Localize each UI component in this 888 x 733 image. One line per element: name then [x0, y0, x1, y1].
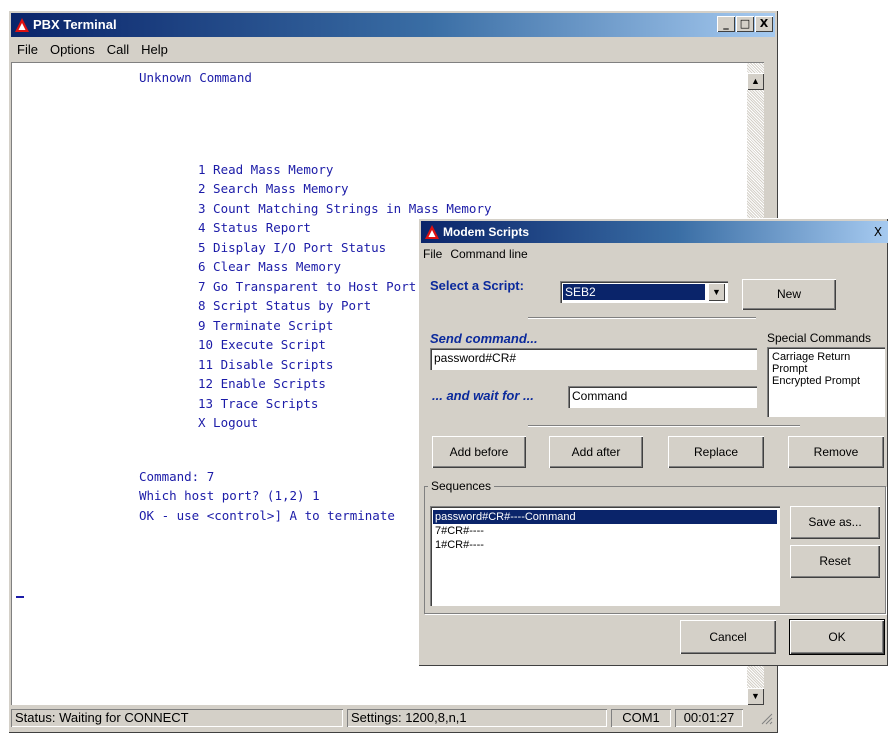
special-commands-label: Special Commands	[767, 331, 872, 345]
status-text: Status: Waiting for CONNECT	[11, 709, 343, 727]
terminal-line: Unknown Command	[139, 70, 252, 85]
terminal-line: 5 Display I/O Port Status	[198, 240, 387, 255]
reset-button[interactable]: Reset	[790, 545, 880, 578]
list-item[interactable]: 7#CR#----	[433, 524, 777, 538]
app-logo-icon	[15, 18, 29, 32]
terminal-line: 13 Trace Scripts	[198, 396, 319, 411]
chevron-down-icon[interactable]: ▼	[708, 283, 725, 301]
terminal-line: 6 Clear Mass Memory	[198, 259, 341, 274]
wait-for-label: ... and wait for ...	[432, 388, 534, 403]
menu-options[interactable]: Options	[44, 40, 101, 57]
wait-for-input[interactable]: Command	[568, 386, 757, 408]
terminal-line: 3 Count Matching Strings in Mass Memory	[198, 201, 492, 216]
list-item[interactable]: 1#CR#----	[433, 538, 777, 552]
terminal-line: 12 Enable Scripts	[198, 376, 326, 391]
sequences-list[interactable]: password#CR#----Command 7#CR#---- 1#CR#-…	[430, 506, 780, 606]
window-title: PBX Terminal	[33, 17, 117, 32]
terminal-line: 10 Execute Script	[198, 337, 326, 352]
app-logo-icon	[425, 225, 439, 239]
settings-text: Settings: 1200,8,n,1	[347, 709, 607, 727]
menu-bar: File Options Call Help	[11, 40, 775, 60]
terminal-cursor	[16, 596, 24, 598]
resize-grip-icon[interactable]	[759, 711, 773, 725]
port-text: COM1	[611, 709, 671, 727]
terminal-line: 4 Status Report	[198, 220, 311, 235]
dialog-menu-command-line[interactable]: Command line	[450, 247, 527, 261]
send-command-input[interactable]: password#CR#	[430, 348, 757, 370]
title-bar[interactable]: PBX Terminal _ □ X	[11, 13, 775, 37]
terminal-line: 2 Search Mass Memory	[198, 181, 349, 196]
terminal-line: X Logout	[198, 415, 259, 430]
add-after-button[interactable]: Add after	[549, 436, 643, 468]
dialog-title-bar[interactable]: Modem Scripts X	[421, 221, 888, 243]
scroll-up-arrow-icon[interactable]: ▲	[747, 73, 764, 90]
terminal-line: 1 Read Mass Memory	[198, 162, 334, 177]
list-item[interactable]: Carriage Return	[770, 351, 882, 363]
remove-button[interactable]: Remove	[788, 436, 884, 468]
list-item[interactable]: Encrypted Prompt	[770, 375, 882, 387]
maximize-button[interactable]: □	[736, 16, 754, 32]
terminal-line: Command: 7	[139, 469, 215, 484]
save-as-button[interactable]: Save as...	[790, 506, 880, 539]
sequences-label: Sequences	[428, 479, 495, 493]
status-bar: Status: Waiting for CONNECT Settings: 12…	[11, 707, 775, 729]
new-button[interactable]: New	[742, 279, 836, 310]
script-select[interactable]: SEB2 ▼	[560, 281, 728, 303]
separator	[528, 425, 800, 427]
dialog-title: Modem Scripts	[443, 225, 530, 239]
terminal-line: 7 Go Transparent to Host Port	[198, 279, 417, 294]
separator	[528, 317, 756, 319]
terminal-line: 8 Script Status by Port	[198, 298, 372, 313]
menu-file[interactable]: File	[11, 40, 44, 57]
cancel-button[interactable]: Cancel	[680, 620, 776, 654]
send-command-label: Send command...	[430, 331, 538, 346]
ok-button[interactable]: OK	[789, 619, 885, 655]
list-item[interactable]: Prompt	[770, 363, 882, 375]
menu-call[interactable]: Call	[101, 40, 135, 57]
selected-script: SEB2	[563, 284, 705, 300]
select-script-label: Select a Script:	[430, 278, 524, 293]
time-text: 00:01:27	[675, 709, 743, 727]
terminal-line: 9 Terminate Script	[198, 318, 334, 333]
list-item[interactable]: password#CR#----Command	[433, 510, 777, 524]
dialog-menu-file[interactable]: File	[423, 247, 442, 261]
minimize-button[interactable]: _	[717, 16, 735, 32]
scroll-down-arrow-icon[interactable]: ▼	[747, 688, 764, 705]
terminal-line: 11 Disable Scripts	[198, 357, 334, 372]
add-before-button[interactable]: Add before	[432, 436, 526, 468]
menu-help[interactable]: Help	[135, 40, 174, 57]
terminal-line: Which host port? (1,2) 1	[139, 488, 320, 503]
special-commands-list[interactable]: Carriage Return Prompt Encrypted Prompt	[767, 347, 885, 417]
dialog-menu-bar: File Command line	[423, 247, 536, 261]
close-icon[interactable]: X	[870, 224, 886, 240]
close-button[interactable]: X	[755, 16, 773, 32]
modem-scripts-dialog: Modem Scripts X File Command line Select …	[418, 218, 888, 666]
replace-button[interactable]: Replace	[668, 436, 764, 468]
terminal-line: OK - use <control>] A to terminate	[139, 508, 395, 523]
